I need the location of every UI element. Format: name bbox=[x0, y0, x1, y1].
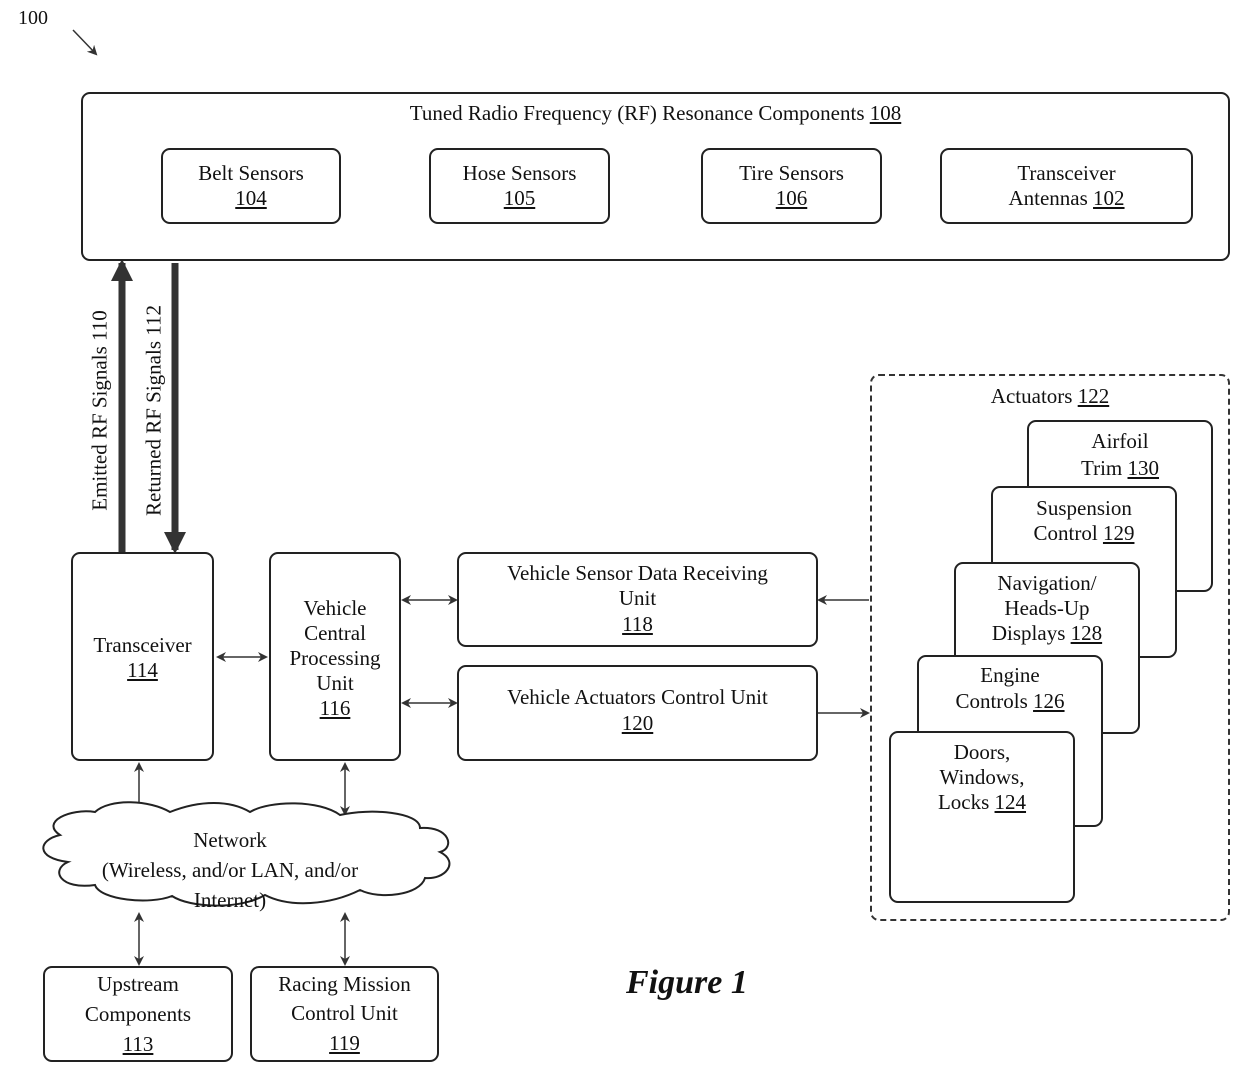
engine-controls-label-2-text: Controls bbox=[955, 689, 1028, 713]
suspension-ref: 129 bbox=[1102, 521, 1135, 545]
rf-components-title: Tuned Radio Frequency (RF) Resonance Com… bbox=[83, 101, 1228, 126]
actuators-control-unit-box[interactable]: Vehicle Actuators Control Unit 120 bbox=[457, 665, 818, 761]
actuator-unit-label: Vehicle Actuators Control Unit bbox=[507, 685, 768, 709]
network-cloud[interactable] bbox=[30, 810, 450, 910]
transceiver-box[interactable]: Transceiver 114 bbox=[71, 552, 214, 761]
belt-sensors-box[interactable]: Belt Sensors 104 bbox=[161, 148, 341, 224]
upstream-label-2: Components bbox=[84, 1002, 192, 1026]
doors-windows-locks-box[interactable]: Doors, Windows, Locks 124 bbox=[889, 731, 1075, 903]
doors-label-1: Doors, bbox=[953, 740, 1011, 764]
emitted-signals-label: Emitted RF Signals 110 bbox=[87, 310, 112, 511]
airfoil-trim-label-2-text: Trim bbox=[1080, 456, 1123, 480]
mission-control-label-1: Racing Mission bbox=[278, 972, 411, 996]
transceiver-ref: 114 bbox=[127, 658, 158, 682]
cpu-label-2: Central bbox=[304, 621, 366, 645]
cpu-label-3: Processing bbox=[289, 646, 381, 670]
upstream-components-box[interactable]: Upstream Components 113 bbox=[43, 966, 233, 1062]
sensor-data-receiving-unit-box[interactable]: Vehicle Sensor Data Receiving Unit 118 bbox=[457, 552, 818, 647]
navigation-label-2: Heads-Up bbox=[1004, 596, 1090, 620]
engine-controls-label-1: Engine bbox=[980, 663, 1040, 687]
hose-sensors-label: Hose Sensors bbox=[462, 161, 577, 185]
returned-signals-label: Returned RF Signals 112 bbox=[141, 305, 166, 516]
sensor-unit-label-1: Vehicle Sensor Data Receiving bbox=[507, 561, 768, 585]
doors-label-2: Windows, bbox=[939, 765, 1025, 789]
actuators-title-text: Actuators bbox=[990, 384, 1073, 408]
airfoil-trim-label-1: Airfoil bbox=[1091, 429, 1149, 453]
cpu-ref: 116 bbox=[319, 696, 351, 720]
airfoil-trim-label-2: Trim 130 bbox=[1029, 456, 1211, 481]
hose-sensors-ref: 105 bbox=[503, 186, 536, 210]
cpu-box[interactable]: Vehicle Central Processing Unit 116 bbox=[269, 552, 401, 761]
transceiver-antennas-label-2-text: Antennas bbox=[1008, 186, 1088, 210]
airfoil-trim-ref: 130 bbox=[1127, 456, 1160, 480]
actuators-title: Actuators 122 bbox=[872, 384, 1228, 409]
navigation-label-3-text: Displays bbox=[991, 621, 1066, 645]
sensor-unit-ref: 118 bbox=[622, 612, 653, 636]
rf-components-title-text: Tuned Radio Frequency (RF) Resonance Com… bbox=[409, 101, 865, 125]
transceiver-antennas-label-2: Antennas 102 bbox=[942, 186, 1191, 211]
cpu-label-1: Vehicle bbox=[303, 596, 367, 620]
transceiver-antennas-label-1: Transceiver bbox=[1017, 161, 1116, 185]
rf-components-ref: 108 bbox=[869, 101, 902, 125]
navigation-label-3: Displays 128 bbox=[956, 621, 1138, 646]
actuator-unit-ref: 120 bbox=[621, 711, 654, 735]
tire-sensors-label: Tire Sensors bbox=[739, 161, 844, 185]
navigation-label-1: Navigation/ bbox=[997, 571, 1097, 595]
suspension-label-2-text: Control bbox=[1033, 521, 1098, 545]
sensor-unit-label-2: Unit bbox=[618, 586, 657, 610]
tire-sensors-ref: 106 bbox=[775, 186, 808, 210]
actuators-ref: 122 bbox=[1077, 384, 1110, 408]
suspension-label-1: Suspension bbox=[1036, 496, 1132, 520]
tire-sensors-box[interactable]: Tire Sensors 106 bbox=[701, 148, 882, 224]
mission-control-label-2: Control Unit bbox=[291, 1001, 398, 1025]
figure-pointer-arrow bbox=[72, 29, 98, 56]
transceiver-antennas-box[interactable]: Transceiver Antennas 102 bbox=[940, 148, 1193, 224]
engine-controls-label-2: Controls 126 bbox=[919, 689, 1101, 714]
belt-sensors-ref: 104 bbox=[235, 186, 267, 210]
upstream-label-1: Upstream bbox=[97, 972, 179, 996]
doors-label-3-text: Locks bbox=[937, 790, 990, 814]
doors-ref: 124 bbox=[994, 790, 1027, 814]
racing-mission-control-box[interactable]: Racing Mission Control Unit 119 bbox=[250, 966, 439, 1062]
upstream-ref: 113 bbox=[122, 1032, 154, 1056]
doors-label-3: Locks 124 bbox=[891, 790, 1073, 815]
cpu-label-4: Unit bbox=[316, 671, 354, 695]
hose-sensors-box[interactable]: Hose Sensors 105 bbox=[429, 148, 610, 224]
navigation-ref: 128 bbox=[1070, 621, 1103, 645]
figure-ref-number: 100 bbox=[18, 7, 48, 29]
mission-control-ref: 119 bbox=[329, 1031, 360, 1055]
suspension-label-2: Control 129 bbox=[993, 521, 1175, 546]
belt-sensors-label: Belt Sensors bbox=[198, 161, 304, 185]
transceiver-antennas-ref: 102 bbox=[1093, 186, 1125, 210]
engine-controls-ref: 126 bbox=[1033, 689, 1065, 713]
transceiver-label: Transceiver bbox=[93, 633, 192, 657]
figure-caption: Figure 1 bbox=[626, 964, 748, 1001]
